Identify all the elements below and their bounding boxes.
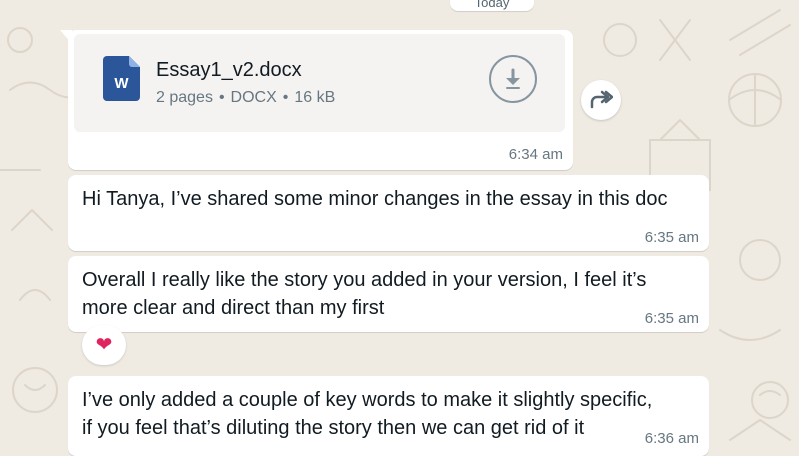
text-message-bubble[interactable]: I’ve only added a couple of key words to… <box>68 376 709 456</box>
date-chip: Today <box>450 0 534 11</box>
download-button[interactable] <box>489 55 537 103</box>
document-type: DOCX <box>230 89 277 106</box>
meta-separator: • <box>282 89 289 106</box>
svg-text:W: W <box>114 75 129 92</box>
message-timestamp: 6:35 am <box>644 310 699 327</box>
text-message-bubble[interactable]: Hi Tanya, I’ve shared some minor changes… <box>68 175 709 251</box>
document-pages: 2 pages <box>156 89 213 106</box>
message-text: Hi Tanya, I’ve shared some minor changes… <box>82 188 668 210</box>
meta-separator: • <box>218 89 225 106</box>
document-size: 16 kB <box>294 89 336 106</box>
message-timestamp: 6:36 am <box>644 430 699 447</box>
text-message-bubble[interactable]: Overall I really like the story you adde… <box>68 256 709 332</box>
document-meta: 2 pages • DOCX • 16 kB <box>156 89 335 107</box>
bubble-tail <box>60 30 72 44</box>
forward-icon <box>590 90 613 109</box>
message-text: I’ve only added a couple of key words to… <box>82 389 653 439</box>
message-text: Overall I really like the story you adde… <box>82 269 647 319</box>
forward-button[interactable] <box>581 80 621 120</box>
word-document-icon: W <box>103 56 140 101</box>
download-arrow-icon <box>506 68 520 89</box>
document-file-name: Essay1_v2.docx <box>156 59 302 81</box>
message-timestamp: 6:34 am <box>508 146 563 163</box>
message-timestamp: 6:35 am <box>644 229 699 246</box>
heart-reaction[interactable]: ❤ <box>82 325 126 365</box>
document-card[interactable]: W Essay1_v2.docx 2 pages • DOCX • 16 kB <box>74 34 565 132</box>
document-message-bubble[interactable]: W Essay1_v2.docx 2 pages • DOCX • 16 kB … <box>60 30 573 170</box>
